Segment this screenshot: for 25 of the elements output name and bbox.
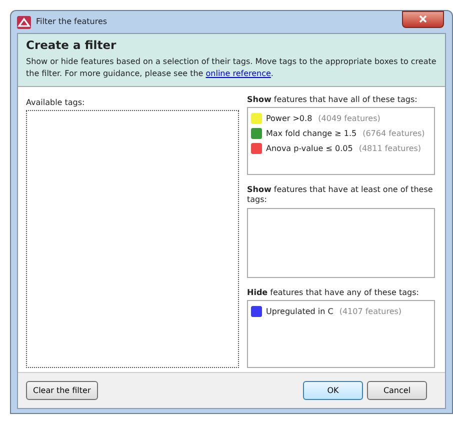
available-tags-label: Available tags: bbox=[26, 98, 86, 108]
cancel-button[interactable]: Cancel bbox=[367, 381, 427, 400]
tag-count: (4107 features) bbox=[339, 306, 402, 318]
tag-name: Power >0.8 bbox=[266, 112, 312, 125]
tag-name: Upregulated in C bbox=[266, 306, 334, 318]
section-label: Show features that have at least one of these tags: bbox=[247, 185, 434, 205]
app-logo-icon bbox=[17, 16, 31, 28]
tag-name: Anova p-value ≤ 0.05 bbox=[266, 142, 353, 155]
online-reference-link[interactable]: online reference bbox=[206, 68, 271, 78]
description-text: Show or hide features based on a selection of their tags. Move tags to the appropriate boxes to create the filter. For more guidance, please see the online reference. bbox=[26, 56, 437, 80]
tag-count: (6764 features) bbox=[362, 128, 425, 140]
tag-list[interactable]: Power >0.8 (4049 features) Max fold change ≥ 1.5 (6764 features) Anova p-value ≤ 0.05 (4811 features) bbox=[247, 107, 435, 176]
tag-count: (4049 features) bbox=[318, 112, 380, 125]
window-title: Filter the features bbox=[36, 16, 108, 28]
tag-name: Max fold change ≥ 1.5 bbox=[266, 128, 357, 140]
heading: Create a filter bbox=[26, 39, 118, 53]
section-label: Hide features that have any of these tags: bbox=[247, 288, 420, 298]
close-icon bbox=[419, 15, 427, 23]
tag-list[interactable]: Upregulated in C (4107 features) bbox=[247, 300, 435, 368]
clear-filter-button[interactable]: Clear the filter bbox=[26, 381, 98, 400]
tag-count: (4811 features) bbox=[358, 142, 422, 155]
close-button[interactable] bbox=[402, 10, 444, 28]
ok-button[interactable]: OK bbox=[303, 381, 363, 400]
section-label: Show features that have all of these tags: bbox=[247, 94, 418, 104]
tag-list[interactable] bbox=[247, 208, 435, 278]
